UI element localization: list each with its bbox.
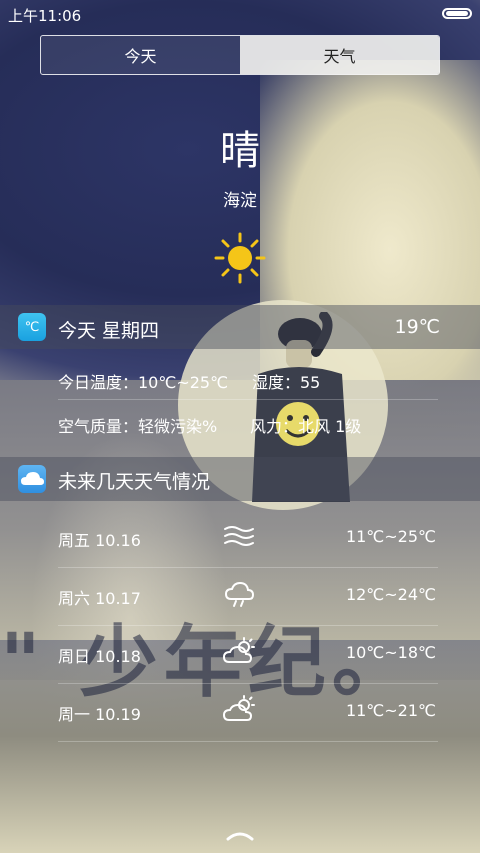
tab-weather[interactable]: 天气 [240, 36, 439, 74]
status-time: 上午11:06 [8, 7, 82, 25]
forecast-temp: 11℃~25℃ [345, 527, 436, 546]
divider [58, 741, 438, 742]
forecast-temp: 12℃~24℃ [345, 585, 436, 604]
today-temperature: 19℃ [394, 316, 440, 338]
cloud-app-icon [18, 465, 46, 493]
pull-up-handle-icon[interactable] [225, 826, 255, 845]
partly-cloudy-icon [222, 637, 258, 671]
forecast-temp: 10℃~18℃ [345, 643, 436, 662]
divider [58, 399, 438, 400]
forecast-day: 周五 10.16 [58, 531, 141, 550]
current-location: 海淀 [223, 191, 257, 211]
forecast-day: 周六 10.17 [58, 589, 141, 608]
forecast-row: 周日 10.18 10℃~18℃ [0, 625, 480, 683]
haze-icon [222, 521, 258, 555]
today-air-quality: 空气质量：轻微污染% [58, 417, 218, 436]
forecast-temp: 11℃~21℃ [345, 701, 436, 720]
status-bar: 上午11:06 [0, 0, 480, 26]
today-temp-range: 今日温度：10℃~25℃ [58, 373, 229, 392]
forecast-day: 周日 10.18 [58, 647, 141, 666]
tab-today[interactable]: 今天 [41, 36, 240, 74]
cloud-rain-icon [222, 579, 258, 613]
partly-cloudy-icon [222, 695, 258, 729]
forecast-row: 周六 10.17 12℃~24℃ [0, 567, 480, 625]
today-humidity: 湿度：55 [252, 373, 321, 392]
celsius-icon: ℃ [18, 313, 46, 341]
tab-bar: 今天 天气 [40, 35, 440, 75]
sun-icon [214, 232, 266, 288]
forecast-day: 周一 10.19 [58, 705, 141, 724]
current-condition: 晴 [220, 128, 260, 174]
forecast-header: 未来几天天气情况 [58, 471, 211, 493]
forecast-row: 周五 10.16 11℃~25℃ [0, 509, 480, 567]
battery-icon [442, 8, 472, 19]
today-wind: 风力：北风 1级 [250, 417, 362, 436]
forecast-row: 周一 10.19 11℃~21℃ [0, 683, 480, 741]
today-header: 今天 星期四 [58, 320, 160, 342]
